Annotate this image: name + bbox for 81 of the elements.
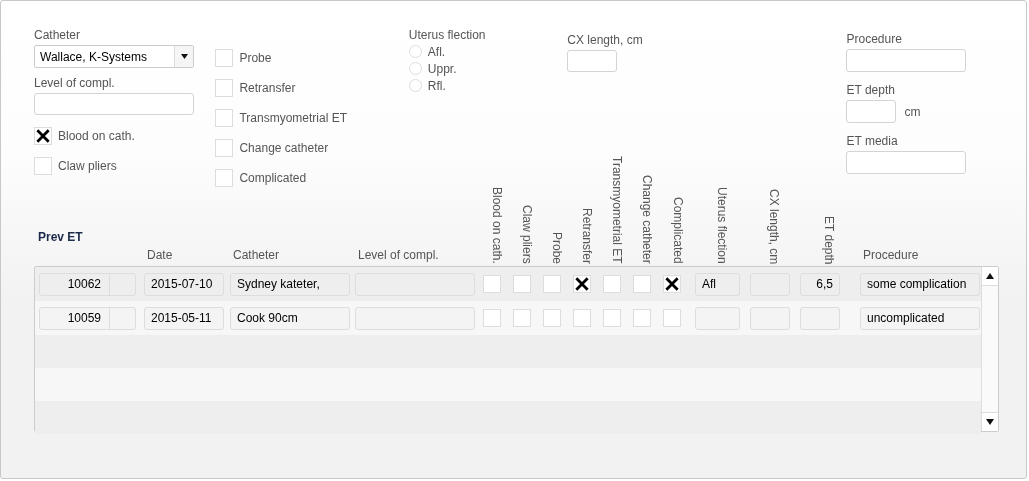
checkbox[interactable] (215, 109, 234, 127)
table-field: some complication (860, 272, 980, 296)
checkbox-label: Change catheter (239, 141, 329, 155)
column-header: Change catheter (640, 175, 654, 266)
checkbox-label: Probe (239, 51, 272, 65)
checkbox[interactable] (34, 127, 52, 145)
table-field: uncomplicated (860, 306, 980, 330)
column-header: Uterus flection (714, 187, 729, 266)
checkbox[interactable] (633, 309, 651, 327)
column-header: Probe (550, 231, 564, 266)
table-field: Afl (695, 272, 740, 296)
checkbox[interactable] (215, 169, 234, 187)
column-header: Blood on cath. (490, 187, 504, 266)
column-header: CX length, cm (767, 188, 781, 266)
column-header: Date (147, 248, 173, 262)
field-label: Uterus flection (408, 28, 487, 42)
radio-button[interactable] (408, 45, 422, 58)
input-field[interactable] (846, 151, 967, 174)
catheter-dropdown[interactable]: Wallace, K-Systems (34, 45, 194, 68)
radio-button[interactable] (408, 62, 422, 75)
id-field: 10062 (39, 272, 136, 296)
column-header: Retransfer (580, 207, 594, 266)
checkbox[interactable] (573, 309, 591, 327)
column-header: Procedure (863, 248, 919, 262)
column-header: Claw pliers (520, 205, 534, 266)
up-arrow-icon (986, 273, 994, 279)
table-field (695, 306, 740, 330)
radio-button[interactable] (408, 79, 422, 92)
unit-label: cm (904, 104, 921, 119)
checkbox[interactable] (215, 139, 234, 157)
checkbox[interactable] (573, 275, 591, 293)
column-header: Complicated (671, 197, 685, 266)
checkbox[interactable] (513, 275, 531, 293)
checkbox[interactable] (34, 157, 52, 175)
table-field: 6,5 (800, 272, 840, 296)
checkbox[interactable] (603, 309, 621, 327)
checkbox[interactable] (663, 275, 681, 293)
table-field: 2015-05-11 (144, 306, 224, 330)
checkbox[interactable] (483, 275, 501, 293)
field-label: ET media (846, 134, 899, 148)
id-field: 10059 (39, 306, 136, 330)
input-field[interactable] (846, 49, 967, 72)
caret-icon (180, 54, 188, 59)
field-label: Procedure (846, 32, 903, 46)
field-label: Level of compl. (34, 76, 116, 90)
checkbox-label: Blood on cath. (58, 129, 135, 143)
table-field: Cook 90cm (230, 306, 350, 330)
checkbox[interactable] (215, 49, 234, 67)
checkbox-label: Retransfer (239, 81, 296, 95)
field-label: ET depth (846, 83, 896, 97)
checkbox-label: Complicated (239, 171, 307, 185)
scroll-up-button[interactable] (982, 267, 998, 286)
input-field[interactable] (567, 50, 618, 72)
down-arrow-icon (986, 419, 994, 425)
table-field: 2015-07-10 (144, 272, 224, 296)
checkbox[interactable] (483, 309, 501, 327)
table-field (750, 306, 790, 330)
checkbox[interactable] (543, 275, 561, 293)
column-header: ET depth (822, 215, 836, 266)
table-title: Prev ET (38, 230, 83, 244)
checkbox[interactable] (603, 275, 621, 293)
checkbox[interactable] (543, 309, 561, 327)
table-field (800, 306, 840, 330)
column-header: Transmyometrial ET (610, 156, 624, 266)
radio-label: Rfl. (427, 78, 446, 93)
radio-label: Afl. (427, 44, 446, 59)
field-label: CX length, cm (567, 33, 644, 47)
checkbox[interactable] (513, 309, 531, 327)
column-header: Level of compl. (358, 248, 439, 262)
checkbox-label: Transmyometrial ET (239, 111, 347, 125)
checkbox[interactable] (633, 275, 651, 293)
input-field[interactable] (34, 93, 194, 115)
checkbox[interactable] (215, 79, 234, 97)
column-header: Catheter (233, 248, 280, 262)
table-field: Sydney kateter, (230, 272, 350, 296)
field-label: Catheter (34, 28, 82, 42)
checkbox[interactable] (663, 309, 681, 327)
input-field[interactable] (846, 100, 897, 123)
checkbox-label: Claw pliers (58, 159, 117, 173)
radio-label: Uppr. (427, 61, 457, 76)
scroll-down-button[interactable] (982, 412, 998, 431)
